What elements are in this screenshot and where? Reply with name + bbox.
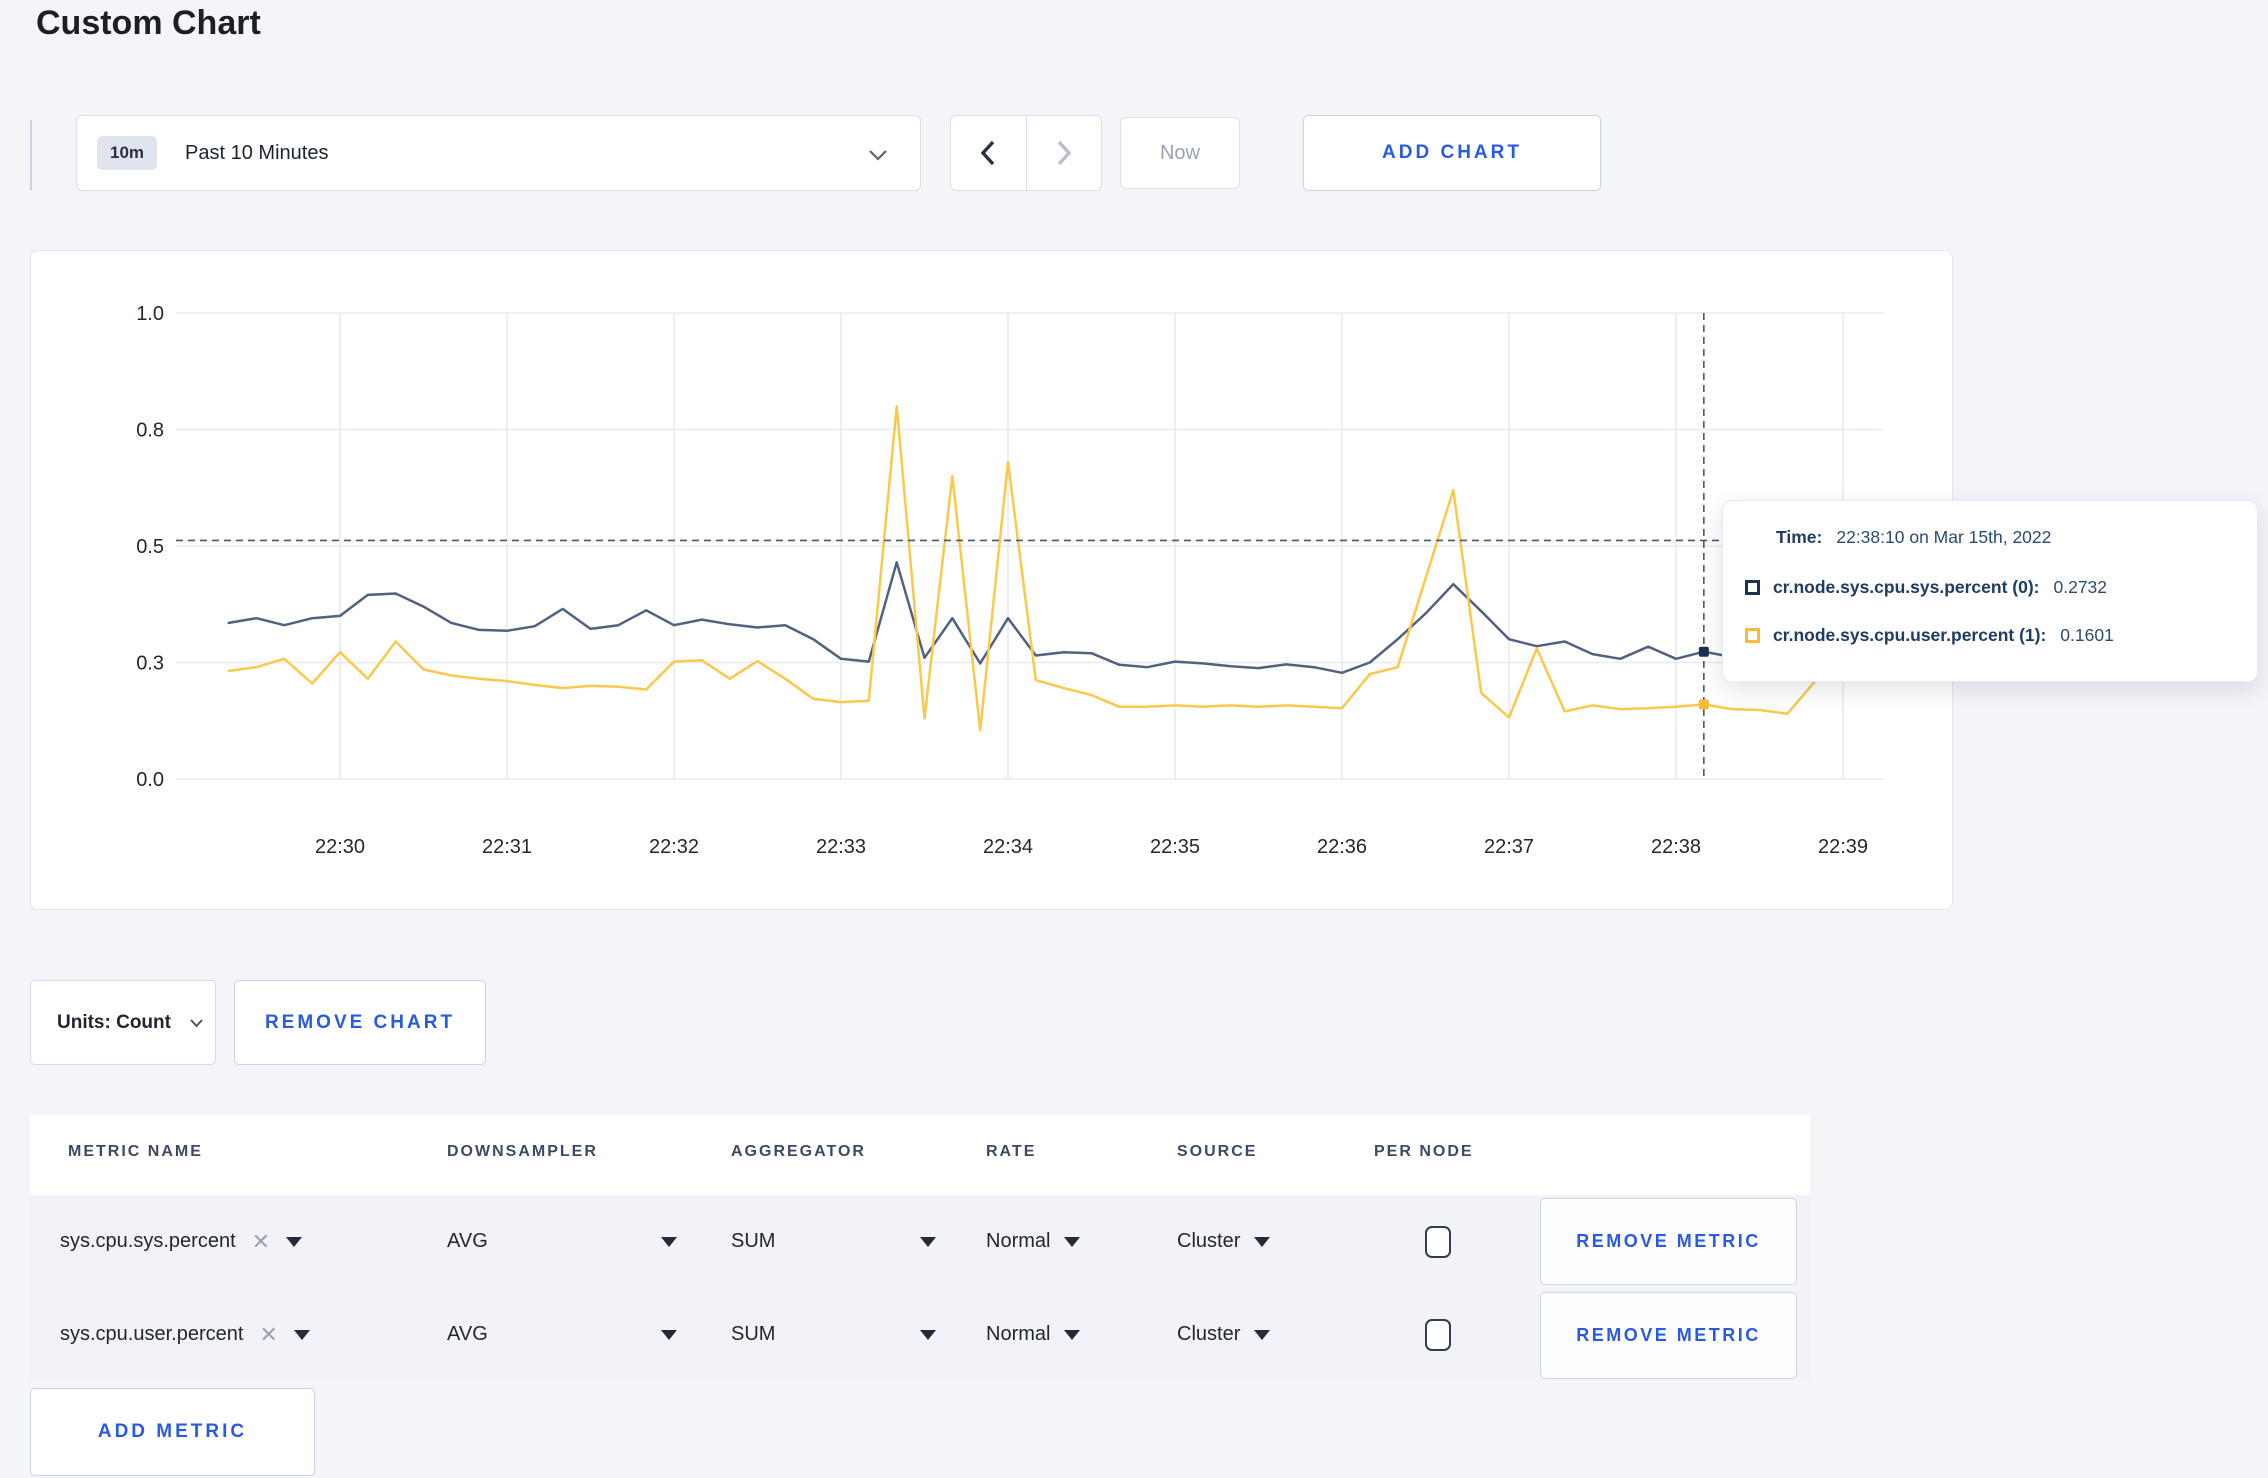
- caret-down-icon: [1254, 1329, 1271, 1340]
- header-metric-name: METRIC NAME: [68, 1143, 203, 1160]
- prev-time-button[interactable]: [951, 116, 1026, 190]
- downsampler-value: AVG: [447, 1323, 488, 1345]
- svg-text:22:38: 22:38: [1651, 836, 1701, 858]
- tooltip-time-label: Time:: [1776, 527, 1823, 547]
- caret-down-icon: [1254, 1236, 1271, 1247]
- chart-card: 0.0 0.3 0.5 0.8 1.0 22:30 22:31 22:32 22:33 22:34…: [30, 250, 1953, 910]
- tooltip-series-sys-value: 0.2732: [2053, 577, 2108, 597]
- caret-down-icon: [661, 1329, 677, 1340]
- svg-text:22:30: 22:30: [315, 836, 365, 858]
- metrics-table-header: METRIC NAME DOWNSAMPLER AGGREGATOR RATE …: [30, 1115, 1810, 1195]
- metric-name-value: sys.cpu.user.percent: [60, 1323, 244, 1345]
- time-window-label: Past 10 Minutes: [185, 141, 329, 164]
- metric-name-dropdown[interactable]: sys.cpu.sys.percent ✕: [60, 1195, 303, 1288]
- downsampler-dropdown[interactable]: AVG: [447, 1195, 677, 1288]
- metric-name-dropdown[interactable]: sys.cpu.user.percent ✕: [60, 1288, 310, 1381]
- clear-metric-icon[interactable]: ✕: [259, 1323, 277, 1346]
- svg-text:0.5: 0.5: [136, 536, 164, 558]
- time-window-dropdown[interactable]: 10m Past 10 Minutes: [76, 115, 921, 191]
- series-user-swatch-icon: [1745, 628, 1760, 643]
- svg-text:22:34: 22:34: [983, 836, 1033, 858]
- tooltip-series-user-label: cr.node.sys.cpu.user.percent (1):: [1773, 625, 2047, 645]
- caret-down-icon: [286, 1236, 303, 1247]
- rate-value: Normal: [986, 1230, 1051, 1252]
- source-dropdown[interactable]: Cluster: [1177, 1195, 1271, 1288]
- header-aggregator: AGGREGATOR: [731, 1143, 866, 1160]
- chart-hover-tooltip: Time: 22:38:10 on Mar 15th, 2022 cr.node…: [1722, 500, 2258, 682]
- svg-text:22:36: 22:36: [1317, 836, 1367, 858]
- rate-dropdown[interactable]: Normal: [986, 1195, 1081, 1288]
- source-dropdown[interactable]: Cluster: [1177, 1288, 1271, 1381]
- svg-text:22:39: 22:39: [1818, 836, 1868, 858]
- chevron-down-icon: [868, 148, 888, 166]
- caret-down-icon: [661, 1236, 677, 1247]
- source-value: Cluster: [1177, 1230, 1241, 1252]
- add-chart-button[interactable]: ADD CHART: [1303, 115, 1601, 191]
- caret-down-icon: [1064, 1236, 1081, 1247]
- time-window-badge: 10m: [97, 136, 158, 170]
- caret-down-icon: [920, 1236, 936, 1247]
- tooltip-time-value: 22:38:10 on Mar 15th, 2022: [1836, 527, 2052, 547]
- tooltip-series-sys-label: cr.node.sys.cpu.sys.percent (0):: [1773, 577, 2040, 597]
- svg-text:22:33: 22:33: [816, 836, 866, 858]
- rate-value: Normal: [986, 1323, 1051, 1345]
- svg-text:22:31: 22:31: [482, 836, 532, 858]
- remove-metric-button[interactable]: REMOVE METRIC: [1540, 1292, 1797, 1379]
- aggregator-value: SUM: [731, 1323, 776, 1345]
- header-per-node: PER NODE: [1374, 1143, 1474, 1160]
- aggregator-dropdown[interactable]: SUM: [731, 1195, 936, 1288]
- svg-text:0.0: 0.0: [136, 769, 164, 791]
- toolbar-divider: [30, 120, 32, 190]
- time-step-arrows: [950, 115, 1102, 191]
- now-button[interactable]: Now: [1120, 117, 1240, 189]
- remove-metric-button[interactable]: REMOVE METRIC: [1540, 1198, 1797, 1285]
- svg-text:22:35: 22:35: [1150, 836, 1200, 858]
- metric-name-value: sys.cpu.sys.percent: [60, 1230, 236, 1252]
- series-sys-swatch-icon: [1745, 580, 1760, 595]
- svg-text:22:37: 22:37: [1484, 836, 1534, 858]
- per-node-checkbox[interactable]: [1425, 1225, 1451, 1258]
- header-rate: RATE: [986, 1143, 1037, 1160]
- remove-chart-button[interactable]: REMOVE CHART: [234, 980, 486, 1065]
- svg-text:1.0: 1.0: [136, 303, 164, 325]
- source-value: Cluster: [1177, 1323, 1241, 1345]
- next-time-button[interactable]: [1025, 116, 1102, 190]
- units-dropdown[interactable]: Units: Count: [30, 980, 216, 1065]
- clear-metric-icon[interactable]: ✕: [252, 1230, 270, 1253]
- downsampler-value: AVG: [447, 1230, 488, 1252]
- header-source: SOURCE: [1177, 1143, 1258, 1160]
- per-node-checkbox[interactable]: [1425, 1318, 1451, 1351]
- svg-text:22:32: 22:32: [649, 836, 699, 858]
- caret-down-icon: [293, 1329, 310, 1340]
- add-metric-button[interactable]: ADD METRIC: [30, 1388, 315, 1476]
- svg-text:0.3: 0.3: [136, 653, 164, 675]
- svg-text:0.8: 0.8: [136, 420, 164, 442]
- tooltip-series-user-value: 0.1601: [2060, 625, 2114, 645]
- aggregator-dropdown[interactable]: SUM: [731, 1288, 936, 1381]
- aggregator-value: SUM: [731, 1230, 776, 1252]
- downsampler-dropdown[interactable]: AVG: [447, 1288, 677, 1381]
- page-title: Custom Chart: [36, 4, 261, 42]
- rate-dropdown[interactable]: Normal: [986, 1288, 1081, 1381]
- units-label: Units: Count: [57, 1011, 171, 1033]
- caret-down-icon: [1064, 1329, 1081, 1340]
- caret-down-icon: [920, 1329, 936, 1340]
- chevron-down-icon: [189, 1015, 204, 1033]
- timeseries-chart[interactable]: 0.0 0.3 0.5 0.8 1.0 22:30 22:31 22:32 22:33 22:34…: [31, 251, 1954, 911]
- header-downsampler: DOWNSAMPLER: [447, 1143, 598, 1160]
